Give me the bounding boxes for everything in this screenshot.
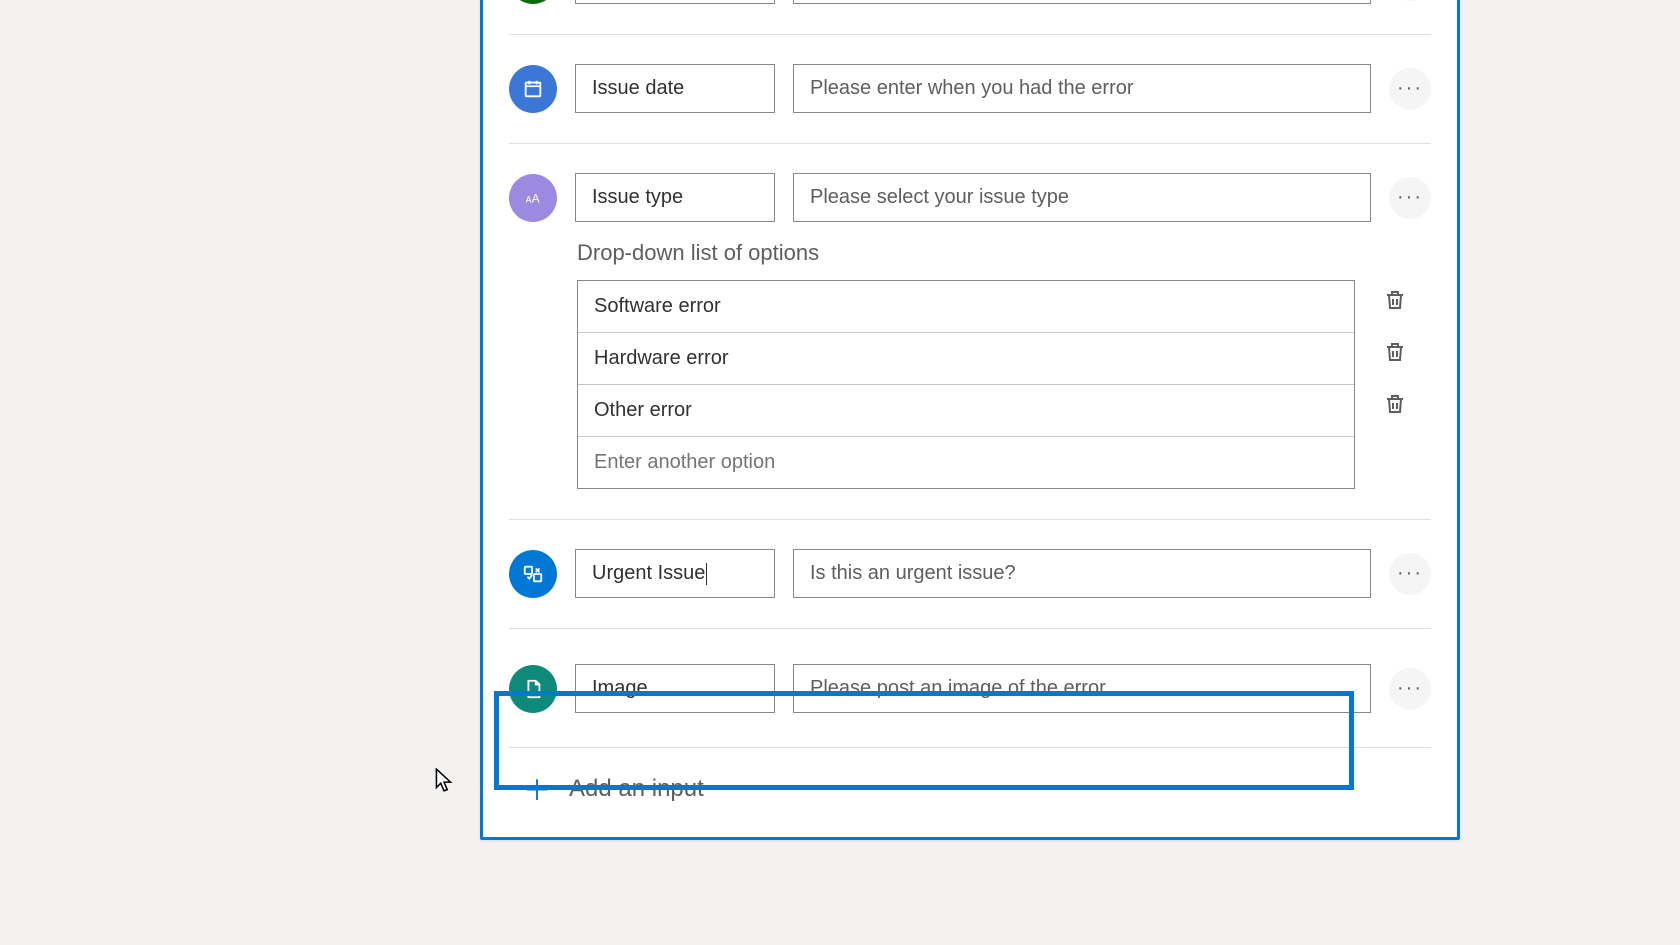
- date-more-button[interactable]: ···: [1389, 68, 1431, 110]
- input-row-email: ···: [483, 0, 1457, 34]
- add-input-label: Add an input: [569, 775, 704, 803]
- input-row-date: ···: [483, 34, 1457, 143]
- dropdown-option-1[interactable]: [578, 333, 1354, 384]
- delete-option-1-icon[interactable]: [1383, 340, 1407, 364]
- dropdown-options-section: Drop-down list of options: [483, 240, 1457, 519]
- yesno-icon: [509, 550, 557, 598]
- type-desc-input[interactable]: [793, 173, 1371, 222]
- dropdown-option-add[interactable]: [578, 437, 1354, 488]
- dropdown-box: [577, 280, 1355, 489]
- input-row-urgent: Urgent Issue ···: [483, 519, 1457, 628]
- image-desc-input[interactable]: [793, 664, 1371, 713]
- dropdown-option-0[interactable]: [578, 281, 1354, 332]
- type-more-button[interactable]: ···: [1389, 177, 1431, 219]
- input-row-image: ···: [483, 628, 1457, 747]
- text-icon: ᴀA: [509, 174, 557, 222]
- image-more-button[interactable]: ···: [1389, 668, 1431, 710]
- file-icon: [509, 665, 557, 713]
- delete-option-0-icon[interactable]: [1383, 288, 1407, 312]
- delete-option-2-icon[interactable]: [1383, 392, 1407, 416]
- dropdown-label: Drop-down list of options: [577, 240, 1431, 266]
- image-name-input[interactable]: [575, 664, 775, 713]
- plus-icon: ＋: [523, 769, 551, 809]
- date-name-input[interactable]: [575, 64, 775, 113]
- input-row-type: ᴀA ···: [483, 143, 1457, 240]
- date-desc-input[interactable]: [793, 64, 1371, 113]
- cursor-icon: [435, 768, 453, 794]
- urgent-name-input[interactable]: Urgent Issue: [575, 549, 775, 598]
- email-more-button[interactable]: ···: [1389, 0, 1431, 1]
- urgent-more-button[interactable]: ···: [1389, 553, 1431, 595]
- type-name-input[interactable]: [575, 173, 775, 222]
- dropdown-option-2[interactable]: [578, 385, 1354, 436]
- add-input-button[interactable]: ＋ Add an input: [483, 747, 1457, 819]
- email-icon: [509, 0, 557, 4]
- calendar-icon: [509, 65, 557, 113]
- email-desc-input[interactable]: [793, 0, 1371, 4]
- email-name-input[interactable]: [575, 0, 775, 4]
- trigger-card: ··· ··· ᴀA ··· Drop-down list of options: [480, 0, 1460, 840]
- svg-text:ᴀA: ᴀA: [526, 191, 540, 205]
- urgent-desc-input[interactable]: [793, 549, 1371, 598]
